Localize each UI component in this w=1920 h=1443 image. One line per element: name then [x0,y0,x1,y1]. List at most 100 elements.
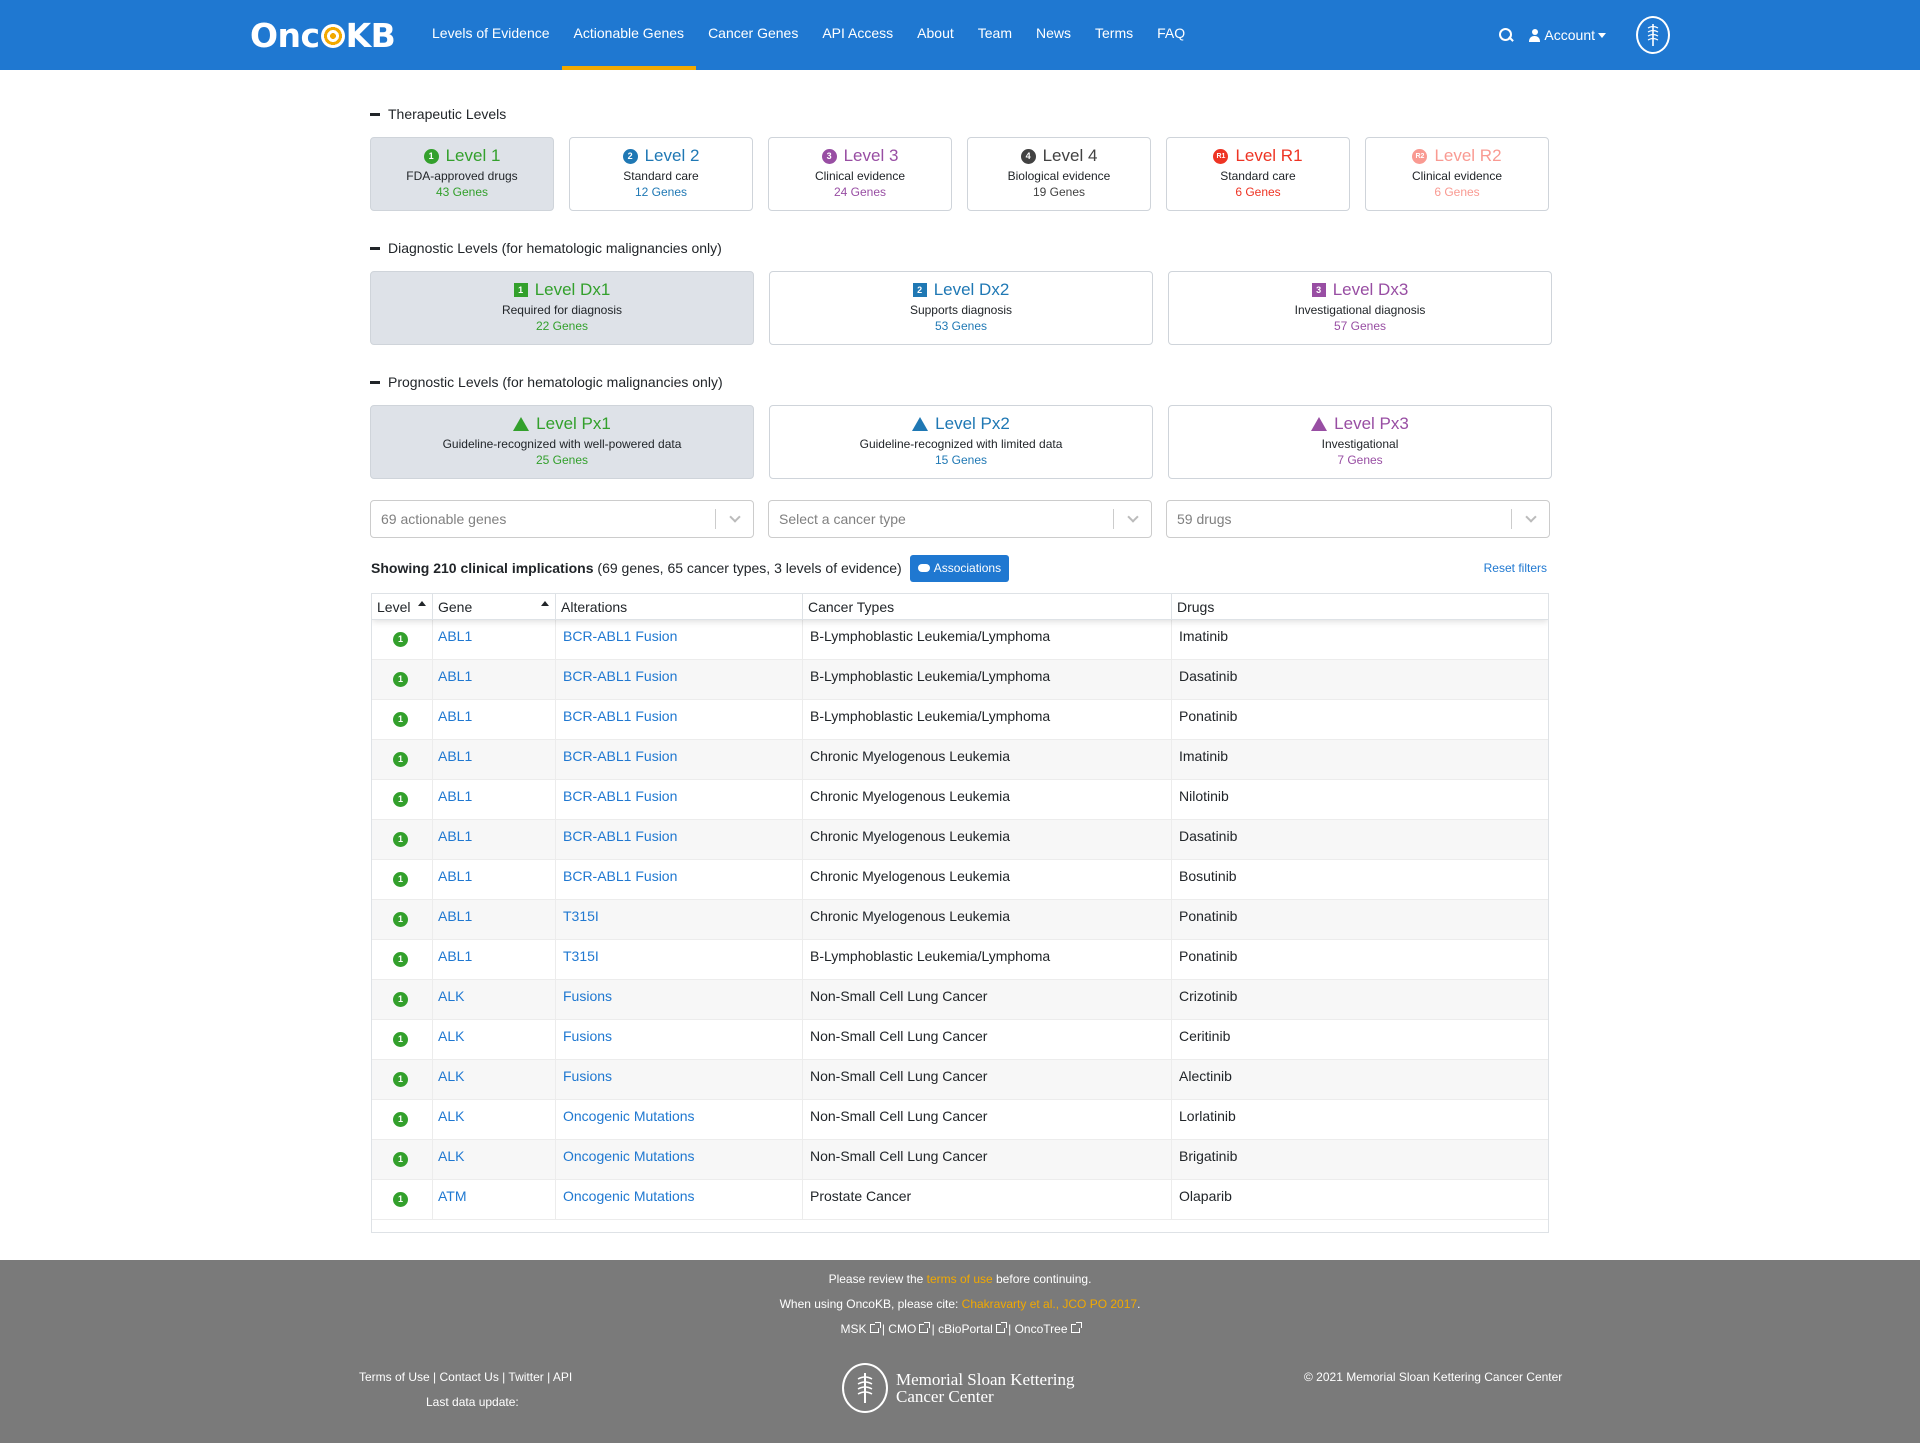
chevron-down-icon[interactable] [729,511,741,523]
level-card-level-1[interactable]: 1 Level 1 FDA-approved drugs 43 Genes [370,137,554,211]
cell-gene-link[interactable]: ABL1 [433,820,556,859]
footer-link-twitter[interactable]: Twitter [508,1370,543,1384]
cell-alteration-link[interactable]: BCR-ABL1 Fusion [556,660,803,699]
terms-of-use-link[interactable]: terms of use [927,1272,993,1286]
chevron-down-icon[interactable] [1127,511,1139,523]
level-card-level-px3[interactable]: Level Px3 Investigational 7 Genes [1168,405,1552,479]
level-card-level-dx3[interactable]: 3 Level Dx3 Investigational diagnosis 57 Ge… [1168,271,1552,345]
search-icon[interactable] [1499,28,1513,42]
card-title: R1 Level R1 [1167,146,1349,166]
cell-alteration-link[interactable]: BCR-ABL1 Fusion [556,820,803,859]
drug-select[interactable]: 59 drugs [1166,500,1550,538]
nav-link-cancer-genes[interactable]: Cancer Genes [696,0,810,70]
therapeutic-levels-toggle[interactable]: Therapeutic Levels [370,106,506,122]
column-header-gene[interactable]: Gene [433,594,556,619]
cell-alteration-link[interactable]: Oncogenic Mutations [556,1100,803,1139]
nav-link-terms[interactable]: Terms [1083,0,1145,70]
cell-gene-link[interactable]: ABL1 [433,660,556,699]
cell-gene-link[interactable]: ABL1 [433,940,556,979]
level-badge-icon: 3 [1311,283,1326,297]
table-row: 1 ALK Oncogenic Mutations Non-Small Cell Lu… [372,1140,1548,1180]
external-link-oncotree[interactable]: OncoTree [1015,1322,1082,1336]
cell-gene-link[interactable]: ABL1 [433,860,556,899]
diagnostic-levels-toggle[interactable]: Diagnostic Levels (for hematologic malig… [370,240,722,256]
cell-alteration-link[interactable]: BCR-ABL1 Fusion [556,620,803,659]
cell-gene-link[interactable]: ALK [433,1060,556,1099]
nav-link-team[interactable]: Team [966,0,1024,70]
nav-link-actionable-genes[interactable]: Actionable Genes [561,0,697,70]
cell-gene-link[interactable]: ALK [433,1100,556,1139]
level-card-level-px2[interactable]: Level Px2 Guideline-recognized with limit… [769,405,1153,479]
cell-alteration-link[interactable]: Fusions [556,1060,803,1099]
terms-notice-text-end: before continuing. [992,1272,1092,1286]
cell-alteration-link[interactable]: T315I [556,900,803,939]
external-link-cbioportal[interactable]: cBioPortal [938,1322,1007,1336]
cell-gene-link[interactable]: ABL1 [433,780,556,819]
level-card-level-2[interactable]: 2 Level 2 Standard care 12 Genes [569,137,753,211]
prognostic-level-cards: Level Px1 Guideline-recognized with well-… [370,405,1552,479]
level-1-icon: 1 [393,752,408,767]
table-row: 1 ATM Oncogenic Mutations Prostate Cancer Ol… [372,1180,1548,1220]
cell-level: 1 [372,900,433,939]
card-title-text: Level 2 [644,146,700,165]
cell-alteration-link[interactable]: Oncogenic Mutations [556,1180,803,1219]
cell-alteration-link[interactable]: BCR-ABL1 Fusion [556,780,803,819]
level-card-level-r1[interactable]: R1 Level R1 Standard care 6 Genes [1166,137,1350,211]
column-header-alterations[interactable]: Alterations [556,594,803,619]
nav-link-about[interactable]: About [905,0,966,70]
column-header-cancer-types[interactable]: Cancer Types [803,594,1172,619]
msk-footer-logo[interactable]: Memorial Sloan Kettering Cancer Center [842,1363,1074,1413]
cell-alteration-link[interactable]: BCR-ABL1 Fusion [556,700,803,739]
cell-gene-link[interactable]: ALK [433,1140,556,1179]
nav-link-news[interactable]: News [1024,0,1083,70]
column-header-drugs[interactable]: Drugs [1172,594,1548,619]
level-card-level-dx2[interactable]: 2 Level Dx2 Supports diagnosis 53 Genes [769,271,1153,345]
cell-gene-link[interactable]: ABL1 [433,900,556,939]
cell-alteration-link[interactable]: Fusions [556,980,803,1019]
summary-details: (69 genes, 65 cancer types, 3 levels of … [593,560,902,576]
footer-link-api[interactable]: API [553,1370,572,1384]
footer-link-terms-of-use[interactable]: Terms of Use [359,1370,430,1384]
cell-gene-link[interactable]: ATM [433,1180,556,1219]
prognostic-levels-toggle[interactable]: Prognostic Levels (for hematologic malig… [370,374,723,390]
warning-triangle-icon [912,417,929,431]
level-card-level-4[interactable]: 4 Level 4 Biological evidence 19 Genes [967,137,1151,211]
card-description: Clinical evidence [814,169,906,183]
card-title-text: Level R1 [1235,146,1303,165]
level-card-level-dx1[interactable]: 1 Level Dx1 Required for diagnosis 22 Genes [370,271,754,345]
cell-gene-link[interactable]: ABL1 [433,700,556,739]
cell-gene-link[interactable]: ABL1 [433,740,556,779]
chevron-down-icon[interactable] [1525,511,1537,523]
external-link-cmo[interactable]: CMO [888,1322,931,1336]
citation-link[interactable]: Chakravarty et al., JCO PO 2017 [962,1297,1137,1311]
card-title-text: Level Px1 [536,414,611,433]
cell-alteration-link[interactable]: T315I [556,940,803,979]
cell-gene-link[interactable]: ALK [433,980,556,1019]
cell-gene-link[interactable]: ABL1 [433,620,556,659]
cell-alteration-link[interactable]: BCR-ABL1 Fusion [556,860,803,899]
cancer-type-select[interactable]: Select a cancer type [768,500,1152,538]
reset-filters-link[interactable]: Reset filters [1484,561,1547,575]
card-description: Clinical evidence [1411,169,1503,183]
nav-link-api-access[interactable]: API Access [810,0,905,70]
cell-alteration-link[interactable]: BCR-ABL1 Fusion [556,740,803,779]
associations-download-button[interactable]: Associations [909,554,1010,582]
msk-logo-icon[interactable] [1636,16,1670,54]
external-link-msk[interactable]: MSK [840,1322,881,1336]
card-description: Required for diagnosis [501,303,623,317]
nav-link-levels-of-evidence[interactable]: Levels of Evidence [420,0,562,70]
account-dropdown[interactable]: Account [1529,27,1606,43]
level-card-level-r2[interactable]: R2 Level R2 Clinical evidence 6 Genes [1365,137,1549,211]
table-body: 1 ABL1 BCR-ABL1 Fusion B-Lymphoblastic Leuk… [372,620,1548,1220]
cell-alteration-link[interactable]: Oncogenic Mutations [556,1140,803,1179]
nav-link-faq[interactable]: FAQ [1145,0,1197,70]
footer-link-contact-us[interactable]: Contact Us [439,1370,498,1384]
cell-gene-link[interactable]: ALK [433,1020,556,1059]
cell-alteration-link[interactable]: Fusions [556,1020,803,1059]
section-title: Prognostic Levels (for hematologic malig… [388,374,723,390]
level-card-level-3[interactable]: 3 Level 3 Clinical evidence 24 Genes [768,137,952,211]
level-card-level-px1[interactable]: Level Px1 Guideline-recognized with well-… [370,405,754,479]
gene-select[interactable]: 69 actionable genes [370,500,754,538]
column-header-level[interactable]: Level [372,594,433,619]
oncokb-logo[interactable]: Onc KB [250,15,396,55]
